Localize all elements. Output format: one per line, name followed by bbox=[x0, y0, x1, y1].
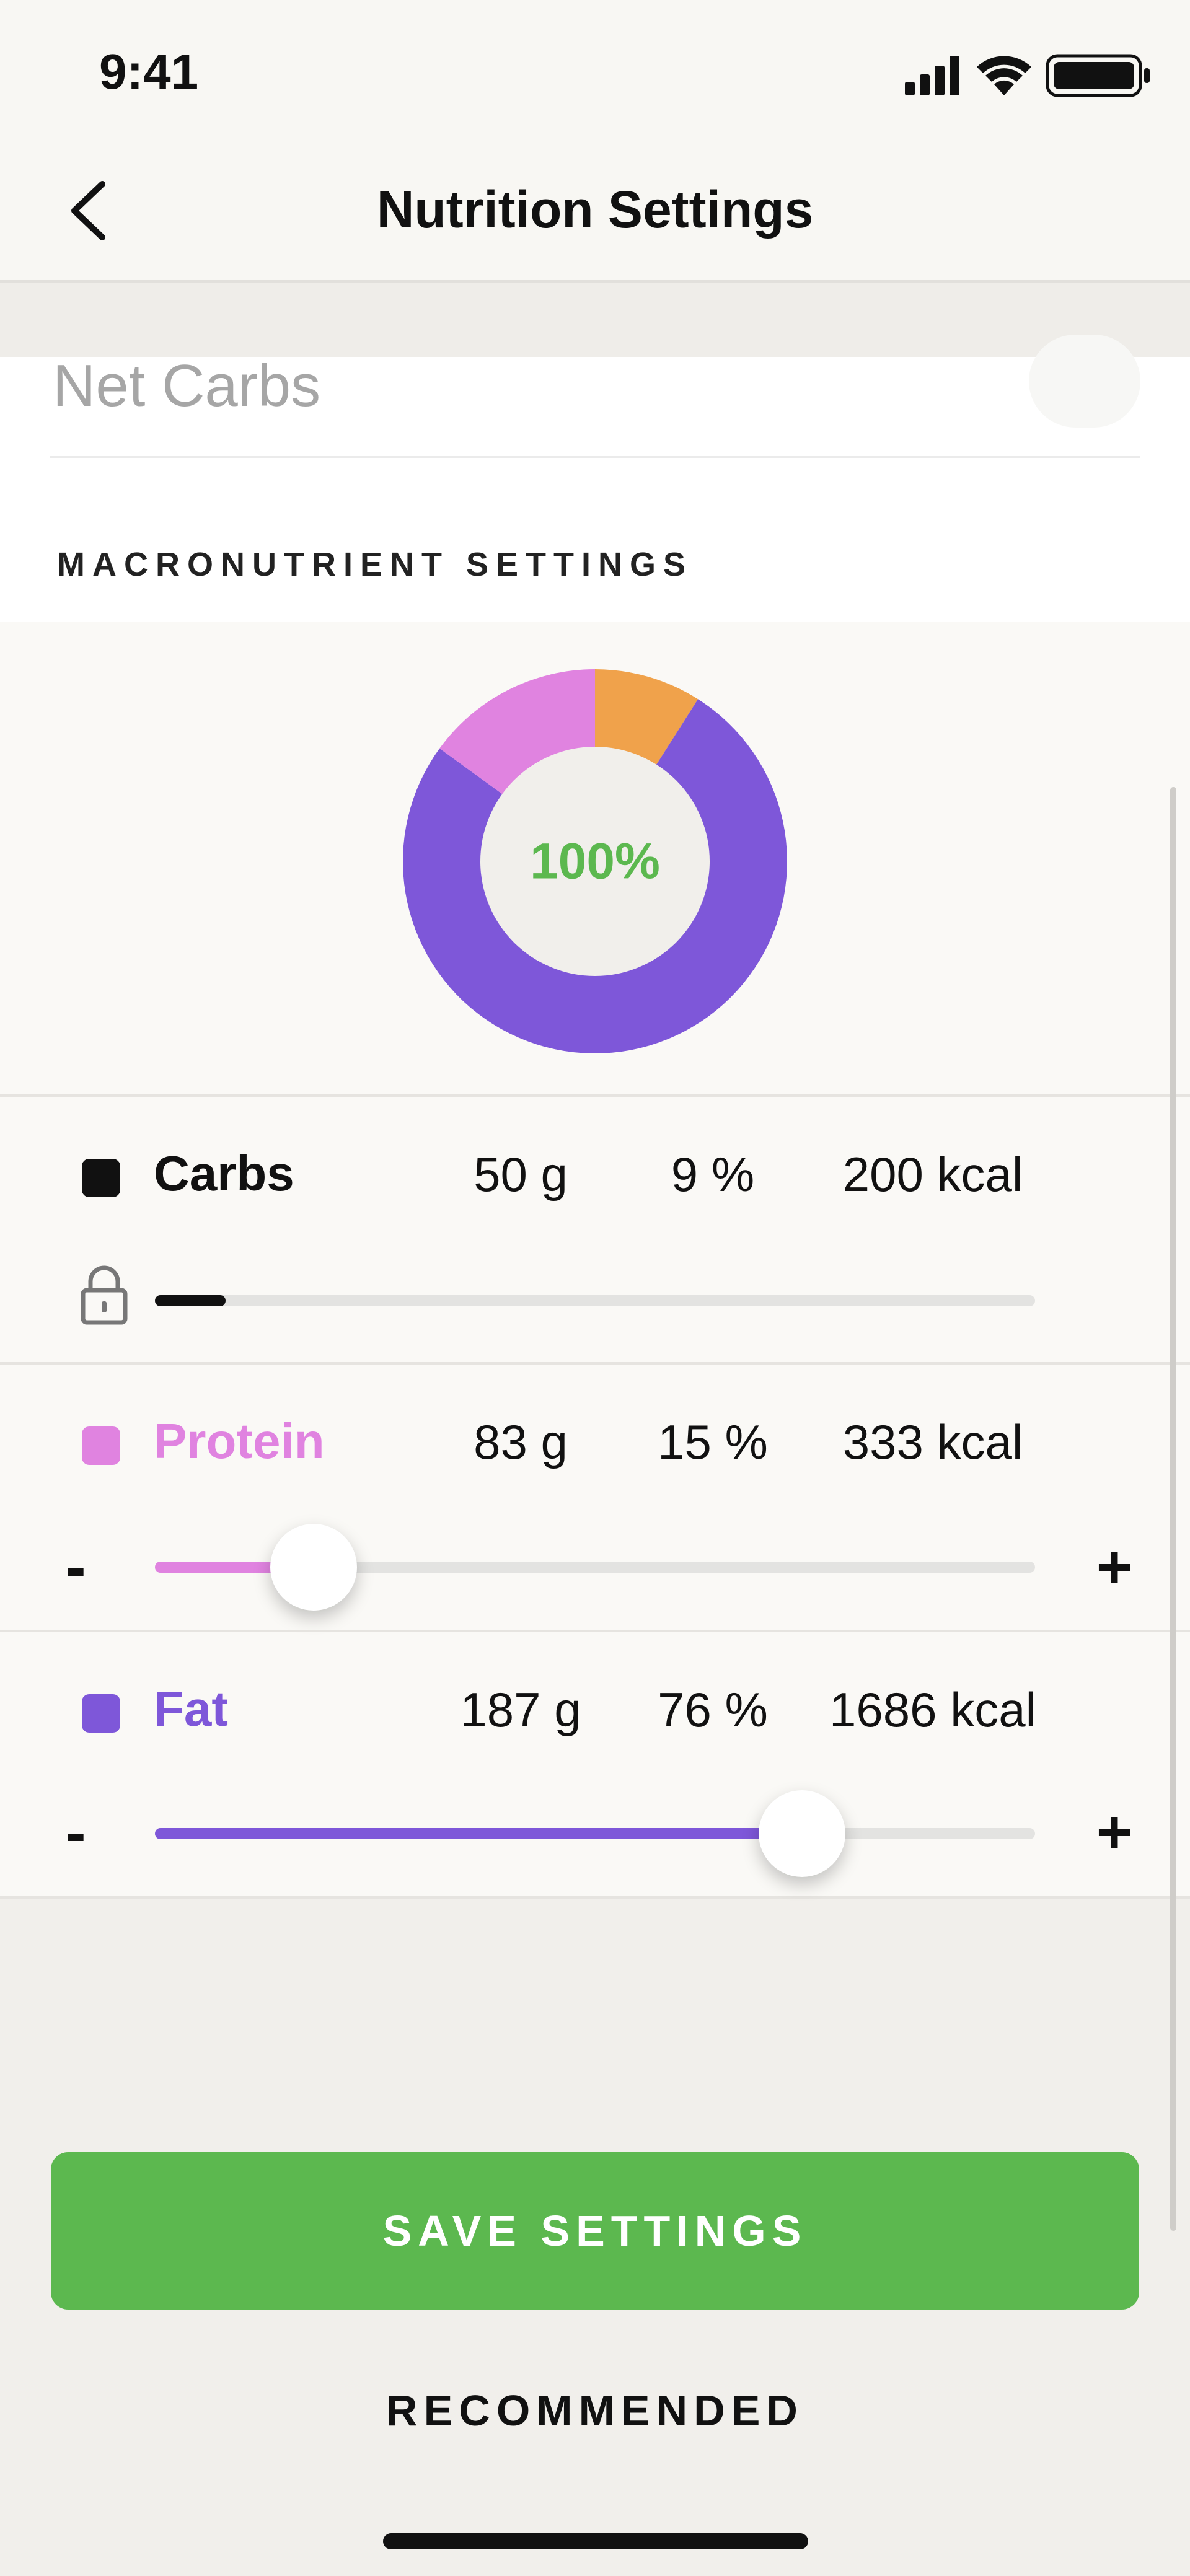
fat-slider-fill bbox=[155, 1828, 802, 1839]
donut-center-label: 100% bbox=[530, 833, 660, 890]
carbs-slider-fill bbox=[155, 1295, 226, 1306]
protein-slider[interactable] bbox=[155, 1524, 1035, 1611]
protein-minus-button[interactable]: - bbox=[45, 1532, 107, 1603]
carbs-slider[interactable] bbox=[155, 1295, 1035, 1306]
save-settings-button[interactable]: SAVE SETTINGS bbox=[51, 2152, 1139, 2310]
fat-grams: 187 g bbox=[460, 1682, 581, 1737]
carbs-name: Carbs bbox=[154, 1146, 294, 1201]
protein-name: Protein bbox=[154, 1413, 325, 1469]
macro-row-carbs: Carbs 50 g 9 % 200 kcal bbox=[0, 1097, 1190, 1363]
status-bar: 9:41 bbox=[0, 0, 1190, 143]
macro-row-fat: Fat 187 g 76 % 1686 kcal - + bbox=[0, 1632, 1190, 1896]
protein-percent: 15 % bbox=[658, 1415, 768, 1469]
protein-color-swatch bbox=[82, 1426, 120, 1465]
fat-name: Fat bbox=[154, 1681, 228, 1736]
page-title: Nutrition Settings bbox=[376, 180, 814, 239]
nav-bar: Nutrition Settings bbox=[0, 143, 1190, 283]
fat-slider-handle[interactable] bbox=[758, 1790, 845, 1877]
wifi-icon bbox=[977, 56, 1031, 95]
net-carbs-label: Net Carbs bbox=[53, 353, 321, 419]
macro-row-protein: Protein 83 g 15 % 333 kcal - + bbox=[0, 1365, 1190, 1631]
fat-percent: 76 % bbox=[658, 1682, 768, 1737]
protein-slider-handle[interactable] bbox=[270, 1524, 357, 1611]
fat-plus-button[interactable]: + bbox=[1083, 1797, 1145, 1868]
protein-grams: 83 g bbox=[474, 1415, 568, 1469]
protein-plus-button[interactable]: + bbox=[1083, 1532, 1145, 1603]
net-carbs-toggle[interactable] bbox=[1029, 335, 1140, 428]
section-title: MACRONUTRIENT SETTINGS bbox=[57, 546, 693, 583]
signal-icon bbox=[905, 56, 959, 95]
row-divider bbox=[50, 456, 1140, 458]
battery-icon bbox=[1046, 54, 1150, 97]
scrollbar[interactable] bbox=[1170, 787, 1176, 2231]
carbs-percent: 9 % bbox=[671, 1147, 755, 1202]
lock-icon[interactable] bbox=[79, 1265, 129, 1325]
recommended-button[interactable]: RECOMMENDED bbox=[0, 2386, 1190, 2435]
carbs-kcal: 200 kcal bbox=[842, 1147, 1023, 1202]
status-time: 9:41 bbox=[99, 44, 199, 99]
status-icons bbox=[905, 54, 1150, 97]
home-indicator bbox=[383, 2533, 808, 2549]
fat-kcal: 1686 kcal bbox=[829, 1682, 1036, 1737]
fat-slider[interactable] bbox=[155, 1790, 1035, 1877]
carbs-color-swatch bbox=[82, 1159, 120, 1197]
fat-minus-button[interactable]: - bbox=[45, 1797, 107, 1868]
fat-color-swatch bbox=[82, 1694, 120, 1733]
protein-kcal: 333 kcal bbox=[842, 1415, 1023, 1469]
section-gap bbox=[0, 283, 1190, 357]
macro-donut-chart: 100% bbox=[403, 669, 787, 1053]
carbs-grams: 50 g bbox=[474, 1147, 568, 1202]
